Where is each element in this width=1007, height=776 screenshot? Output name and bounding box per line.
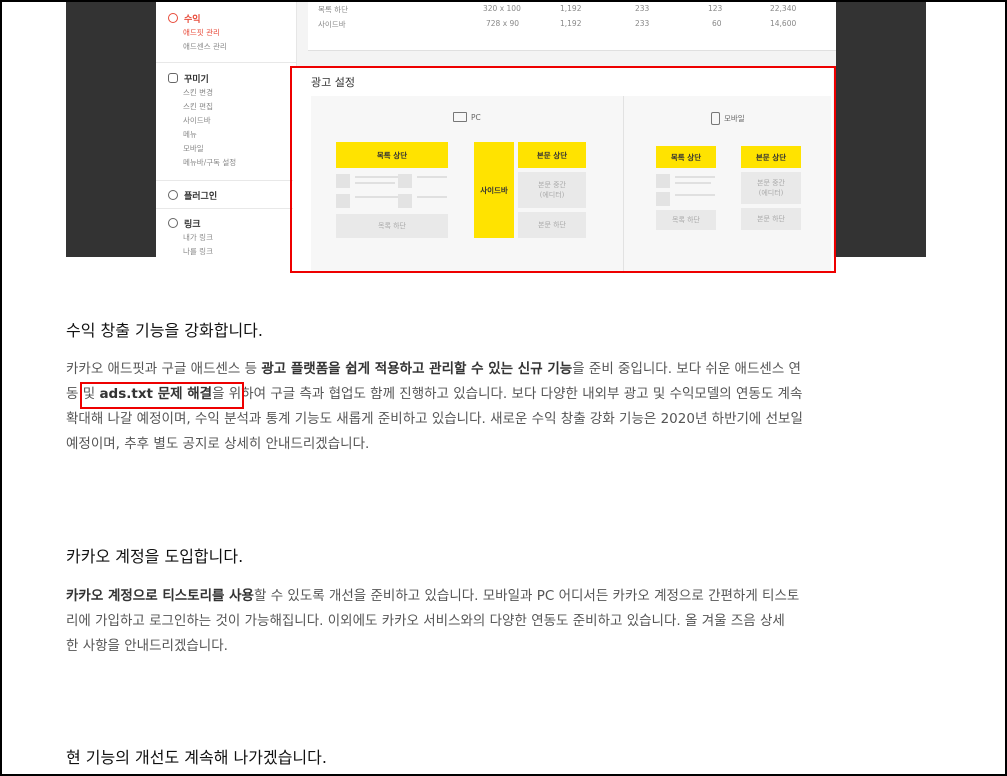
table-cell: 233 (635, 4, 650, 13)
text-run: 리에 가입하고 로그인하는 것이 가능해집니다. 이외에도 카카오 서비스와의 … (66, 613, 785, 629)
table-cell: 233 (635, 19, 650, 28)
table-cell: 14,600 (770, 19, 797, 28)
sidebar-head-decorate[interactable]: 꾸미기 (156, 70, 296, 86)
sidebar-item-skin-edit[interactable]: 스킨 편집 (156, 100, 296, 114)
sidebar-item-adsense[interactable]: 애드센스 관리 (156, 40, 296, 54)
section-paragraph: 카카오 계정으로 티스토리를 사용할 수 있도록 개선을 준비하고 있습니다. … (66, 584, 926, 659)
sidebar-item-mobile[interactable]: 모바일 (156, 142, 296, 156)
para-line: 리에 가입하고 로그인하는 것이 가능해집니다. 이외에도 카카오 서비스와의 … (66, 609, 926, 634)
table-cell: 1,192 (560, 4, 582, 13)
table-cell: 728 x 90 (486, 19, 520, 28)
para-line: 카카오 계정으로 티스토리를 사용할 수 있도록 개선을 준비하고 있습니다. … (66, 584, 926, 609)
text-run: 한 사항을 안내드리겠습니다. (66, 638, 228, 654)
sidebar-head-revenue[interactable]: 수익 (156, 10, 296, 26)
sidebar-head-plugin[interactable]: 플러그인 (156, 187, 296, 203)
text-run: 카카오 애드핏과 구글 애드센스 등 (66, 361, 262, 377)
section-heading: 수익 창출 기능을 강화합니다. (66, 321, 263, 340)
sidebar-item-sidebar[interactable]: 사이드바 (156, 114, 296, 128)
text-run: 예정이며, 추후 별도 공지로 상세히 안내드리겠습니다. (66, 436, 370, 452)
sidebar-divider (156, 208, 296, 209)
table-cell: 사이드바 (318, 20, 346, 29)
sidebar-group-decorate: 꾸미기 스킨 변경 스킨 편집 사이드바 메뉴 모바일 메뉴바/구독 설정 (156, 70, 296, 170)
sidebar-group-link: 링크 내가 링크 나를 링크 (156, 215, 296, 257)
sidebar-item-menubar[interactable]: 메뉴바/구독 설정 (156, 156, 296, 170)
sidebar-divider (156, 62, 296, 63)
bold-text: 광고 플랫폼을 쉽게 적용하고 관리할 수 있는 신규 기능 (261, 361, 573, 377)
sidebar-item-skin-change[interactable]: 스킨 변경 (156, 86, 296, 100)
para-line: 예정이며, 추후 별도 공지로 상세히 안내드리겠습니다. (66, 432, 926, 457)
admin-sidebar: 수익 애드핏 관리 애드센스 관리 꾸미기 스킨 변경 스킨 편집 사이드바 메… (156, 2, 297, 257)
text-run: 할 수 있도록 개선을 준비하고 있습니다. 모바일과 PC 어디서든 카카오 … (253, 588, 800, 604)
decorate-icon (168, 73, 178, 83)
table-cell: 123 (708, 4, 723, 13)
sidebar-group-revenue: 수익 애드핏 관리 애드센스 관리 (156, 10, 296, 54)
link-icon (168, 218, 178, 228)
table-cell: 1,192 (560, 19, 582, 28)
table-cell: 22,340 (770, 4, 797, 13)
highlight-box-ad-settings (290, 66, 836, 273)
sidebar-title: 플러그인 (184, 191, 218, 202)
sidebar-title: 링크 (184, 219, 201, 230)
table-cell: 320 x 100 (483, 4, 521, 13)
sidebar-item-menu[interactable]: 메뉴 (156, 128, 296, 142)
bold-text: 카카오 계정으로 티스토리를 사용 (66, 588, 254, 604)
table-cell: 목록 하단 (318, 5, 348, 14)
sidebar-title: 수익 (184, 14, 201, 25)
text-run: 을 위하여 구글 측과 협업도 함께 진행하고 있습니다. 보다 다양한 내외부… (212, 386, 803, 402)
section-heading: 카카오 계정을 도입합니다. (66, 547, 244, 566)
sidebar-item-my-link[interactable]: 내가 링크 (156, 231, 296, 245)
sidebar-item-linked-me[interactable]: 나를 링크 (156, 245, 296, 257)
para-line: 한 사항을 안내드리겠습니다. (66, 634, 926, 659)
text-run: 확대해 나갈 예정이며, 수익 분석과 통계 기능도 새롭게 준비하고 있습니다… (66, 411, 803, 427)
revenue-icon (168, 13, 178, 23)
highlight-box-ads-txt (80, 382, 244, 409)
sidebar-group-plugin: 플러그인 (156, 187, 296, 203)
table-cell: 60 (712, 19, 722, 28)
section-heading: 현 기능의 개선도 계속해 나가겠습니다. (66, 748, 327, 767)
sidebar-head-link[interactable]: 링크 (156, 215, 296, 231)
sidebar-title: 꾸미기 (184, 74, 209, 85)
para-line: 확대해 나갈 예정이며, 수익 분석과 통계 기능도 새롭게 준비하고 있습니다… (66, 407, 926, 432)
plugin-icon (168, 190, 178, 200)
para-line: 카카오 애드핏과 구글 애드센스 등 광고 플랫폼을 쉽게 적용하고 관리할 수… (66, 357, 926, 382)
ad-stats-table: 목록 하단 320 x 100 1,192 233 123 22,340 사이드… (308, 2, 836, 51)
table-row: 사이드바 728 x 90 1,192 233 60 14,600 (308, 19, 836, 33)
text-run: 을 준비 중입니다. 보다 쉬운 애드센스 연 (572, 361, 801, 377)
sidebar-divider (156, 180, 296, 181)
table-row: 목록 하단 320 x 100 1,192 233 123 22,340 (308, 4, 836, 18)
sidebar-item-adfit[interactable]: 애드핏 관리 (156, 26, 296, 40)
